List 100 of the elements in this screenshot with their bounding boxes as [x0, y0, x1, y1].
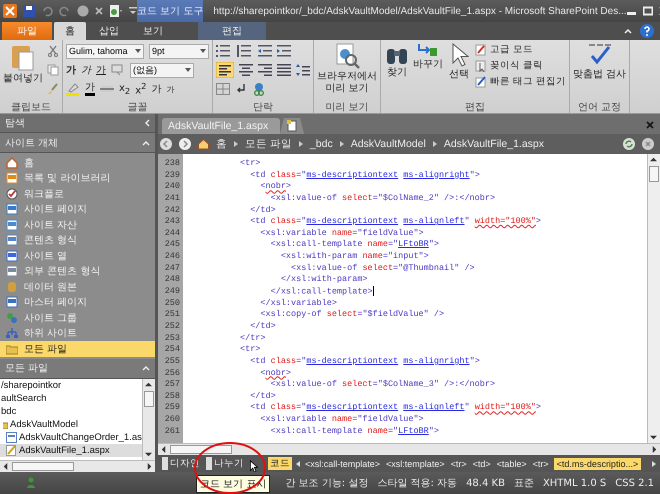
bold-button[interactable]: 가	[66, 63, 76, 77]
style-dropdown[interactable]: (없음)	[130, 62, 194, 78]
tag-path-item[interactable]: <xsl:call-template>	[304, 458, 382, 468]
italic-button[interactable]: 가	[81, 63, 91, 77]
tree-item[interactable]: AdskVaultModel	[10, 418, 78, 430]
new-page-icon[interactable]	[109, 5, 123, 17]
scrollbar[interactable]	[142, 378, 155, 460]
outdent-icon[interactable]	[258, 45, 272, 57]
advanced-mode-button[interactable]: 고급 모드	[475, 43, 566, 56]
back-icon[interactable]	[160, 138, 172, 150]
line-break-icon[interactable]	[235, 83, 247, 95]
scroll-thumb[interactable]	[649, 166, 659, 182]
superscript-button[interactable]: x$^{2}$	[135, 81, 146, 97]
breadcrumb-item[interactable]: _bdc	[310, 138, 333, 150]
cut-icon[interactable]	[47, 45, 59, 57]
ribbon-tab[interactable]: 편집	[198, 22, 266, 40]
tag-path-item[interactable]: <table>	[496, 458, 528, 468]
tree-item[interactable]: /sharepointkor	[1, 380, 62, 390]
close-icon[interactable]	[642, 138, 654, 150]
customize-icon[interactable]	[129, 6, 137, 16]
scroll-arrow-icon[interactable]	[2, 463, 9, 470]
maximize-icon[interactable]	[642, 6, 653, 16]
breadcrumb-item[interactable]: AdskVaultFile_1.aspx	[444, 138, 544, 150]
scrollbar[interactable]	[158, 443, 660, 455]
tree-item[interactable]: aultSearch	[1, 392, 46, 404]
highlight-icon[interactable]	[66, 82, 80, 96]
chevron-icon[interactable]	[652, 460, 656, 466]
align-left-icon[interactable]	[216, 62, 234, 78]
scroll-arrow-icon[interactable]	[650, 156, 657, 163]
dropdown-arrow-icon[interactable]	[135, 49, 141, 53]
people-icon	[6, 312, 18, 324]
ribbon-tab[interactable]: 삽입	[88, 22, 130, 40]
app-logo-icon[interactable]	[3, 4, 17, 18]
new-tab-icon[interactable]	[280, 118, 304, 134]
justify-icon[interactable]	[277, 64, 291, 76]
find-button[interactable]: 찾기	[384, 43, 410, 100]
ribbon-tab[interactable]: 홈	[54, 22, 86, 40]
scroll-thumb[interactable]	[170, 445, 232, 454]
skewer-click-button[interactable]: 꽂이식 클릭	[475, 59, 566, 72]
paste-button[interactable]: 붙여넣기	[3, 43, 43, 100]
align-right-icon[interactable]	[258, 64, 272, 76]
font-name-dropdown[interactable]: Gulim, tahoma	[66, 44, 144, 58]
forward-icon[interactable]	[179, 138, 191, 150]
strikethrough-icon[interactable]	[100, 84, 114, 94]
tag-path-item[interactable]: <tr>	[532, 458, 550, 468]
globe-icon[interactable]	[77, 5, 89, 17]
tag-path-item[interactable]: <td>	[472, 458, 492, 468]
scroll-thumb[interactable]	[12, 462, 74, 471]
breadcrumb-item[interactable]: 홈	[216, 137, 227, 151]
scroll-arrow-icon[interactable]	[145, 380, 152, 388]
redo-icon[interactable]	[59, 5, 71, 17]
indent-icon[interactable]	[277, 45, 291, 57]
spelling-button[interactable]: 맞춤법 검사	[573, 43, 626, 100]
replace-button[interactable]: 바꾸기	[413, 43, 443, 100]
refresh-icon[interactable]	[623, 138, 635, 150]
quick-tag-editor-button[interactable]: 빠른 태그 편집기	[475, 75, 566, 88]
underline-button[interactable]: 가	[96, 63, 106, 77]
collapse-section-icon[interactable]	[142, 365, 150, 371]
subscript-button[interactable]: x$_{2}$	[119, 82, 130, 96]
clipboard-icon	[11, 43, 35, 71]
shrink-font-button[interactable]: 가	[166, 84, 174, 94]
collapse-pane-icon[interactable]	[144, 119, 150, 127]
close-icon[interactable]	[646, 121, 654, 129]
breadcrumb-item[interactable]: 모든 파일	[245, 137, 292, 151]
scrollbar[interactable]	[647, 154, 660, 443]
link-icon[interactable]	[252, 82, 266, 96]
bullet-list-icon[interactable]	[216, 45, 232, 57]
scroll-arrow-icon[interactable]	[160, 446, 167, 453]
grow-font-button[interactable]: 가	[151, 82, 162, 96]
tag-path-item[interactable]: <td.ms-descriptio...>	[554, 458, 642, 470]
chevron-icon[interactable]	[296, 460, 300, 466]
collapse-ribbon-icon[interactable]	[624, 28, 632, 34]
copy-icon[interactable]	[47, 64, 59, 76]
nav-item[interactable]: 모든 파일	[0, 341, 155, 356]
font-size-dropdown[interactable]: 9pt	[149, 44, 209, 58]
tag-path-item[interactable]: <xsl:template>	[385, 458, 446, 468]
chevron-icon	[432, 141, 437, 147]
numbered-list-icon[interactable]	[237, 45, 253, 57]
preview-in-browser-button[interactable]: 브라우저에서 미리 보기	[317, 43, 377, 100]
align-center-icon[interactable]	[239, 64, 253, 76]
code-line: </xsl:call-template>	[270, 286, 374, 298]
scroll-thumb[interactable]	[144, 390, 154, 406]
code-line: <nobr>	[259, 368, 292, 380]
tree-item[interactable]: AdskVaultChangeOrder_1.as	[19, 432, 142, 442]
ribbon-tab[interactable]: 보기	[132, 22, 174, 40]
dropdown-arrow-icon[interactable]	[200, 49, 206, 53]
help-icon[interactable]	[640, 24, 654, 38]
tag-path-item[interactable]: <tr>	[450, 458, 468, 468]
undo-icon[interactable]	[41, 5, 53, 17]
collapse-section-icon[interactable]	[142, 140, 150, 146]
close-icon[interactable]	[95, 7, 103, 15]
scrollbar[interactable]	[0, 460, 155, 472]
save-icon[interactable]	[23, 5, 35, 17]
breadcrumb-item[interactable]: AdskVaultModel	[350, 138, 426, 150]
font-color-button[interactable]: 가	[85, 82, 95, 96]
style-icon[interactable]	[111, 64, 125, 76]
tree-item[interactable]: bdc	[1, 406, 16, 416]
line-spacing-icon[interactable]	[296, 64, 310, 76]
select-button[interactable]: 선택	[446, 43, 472, 100]
dropdown-arrow-icon[interactable]	[185, 68, 191, 72]
